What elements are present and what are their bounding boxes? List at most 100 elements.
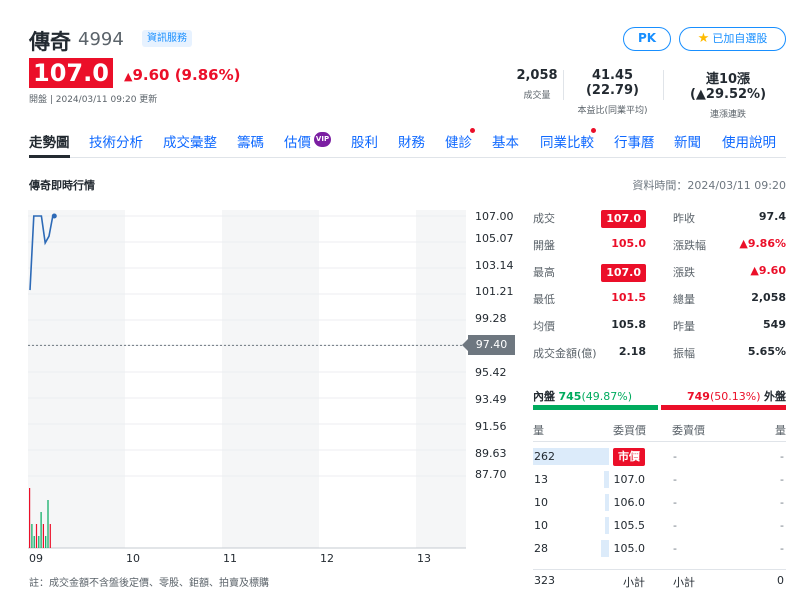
tab-technical[interactable]: 技術分析 <box>89 131 143 151</box>
divider <box>563 70 564 100</box>
price-change-value: 9.60 (9.86%) <box>132 66 241 84</box>
quote-label: 漲跌 <box>673 266 695 279</box>
quote-label: 振幅 <box>673 347 695 360</box>
x-tick: 13 <box>417 552 431 565</box>
bid-total: 323 <box>534 574 555 587</box>
quote-label: 成交金額(億) <box>533 347 597 360</box>
notification-dot <box>591 128 596 133</box>
tab-valuation[interactable]: 估價 <box>284 131 311 151</box>
y-tick: 101.21 <box>475 285 514 298</box>
chart-band <box>416 210 466 548</box>
tab-dividend[interactable]: 股利 <box>351 131 378 151</box>
tab-peers[interactable]: 同業比較 <box>540 131 594 151</box>
volume-bar <box>42 524 44 548</box>
quote-label: 昨量 <box>673 320 695 333</box>
watchlist-label: 已加自選股 <box>712 32 768 45</box>
tab-summary[interactable]: 成交彙整 <box>163 131 217 151</box>
volume-bar <box>49 524 51 548</box>
bid-price: 105.0 <box>613 542 646 555</box>
ask-volume: - <box>780 473 784 486</box>
ob-header-bid-vol: 量 <box>533 424 544 437</box>
quote-row: 開盤 105.0 漲跌幅 ▲9.86% <box>533 231 786 258</box>
intraday-chart[interactable] <box>28 210 468 550</box>
quote-label: 均價 <box>533 320 555 333</box>
ask-volume: - <box>780 450 784 463</box>
inner-outer-summary: 內盤 745(49.87%) 749(50.13%) 外盤 <box>533 388 786 404</box>
tab-diagnosis[interactable]: 健診 <box>445 131 472 151</box>
bid-volume-bar <box>604 471 609 488</box>
stat-pe: 41.45 (22.79) 本益比(同業平均) <box>566 68 659 116</box>
stat-pe-value: 41.45 (22.79) <box>585 68 639 98</box>
ob-header-bid-price: 委買價 <box>613 424 646 437</box>
bid-price: 市價 <box>613 448 645 466</box>
current-price: 107.0 <box>29 58 113 88</box>
outer-pct: (50.13%) <box>709 390 761 403</box>
ask-price: - <box>673 473 677 486</box>
outer-value: 749 <box>687 390 710 403</box>
tab-help[interactable]: 使用說明 <box>722 131 776 151</box>
volume-bar <box>33 536 35 548</box>
chart-band <box>28 210 125 548</box>
last-price-pill: 107.0 <box>601 210 646 228</box>
stat-streak-value: 連10漲 (▲29.52%) <box>689 72 767 102</box>
high-price-pill: 107.0 <box>601 264 646 282</box>
industry-badge[interactable]: 資訊服務 <box>142 30 192 47</box>
stat-volume: 2,058 成交量 <box>512 68 562 101</box>
inner-ratio-bar <box>533 405 658 410</box>
tab-chips[interactable]: 籌碼 <box>237 131 264 151</box>
y-tick: 89.63 <box>475 447 507 460</box>
quote-value: 97.4 <box>758 210 786 223</box>
market-status: 開盤 | 2024/03/11 09:20 更新 <box>29 95 158 105</box>
stat-streak: 連10漲 (▲29.52%) 連漲連跌 <box>668 68 788 120</box>
quote-row: 成交 107.0 昨收 97.4 <box>533 204 786 231</box>
tab-calendar[interactable]: 行事曆 <box>614 131 655 151</box>
footnote: 註：成交金額不含盤後定價、零股、鉅額、拍賣及標購 <box>29 578 269 589</box>
y-tick: 105.07 <box>475 232 514 245</box>
quote-value: ▲9.86% <box>739 237 786 250</box>
section-title: 傳奇即時行情 <box>29 179 95 192</box>
ask-total: 0 <box>777 574 784 587</box>
orderbook-row: 28 105.0 - - <box>533 538 786 561</box>
quote-row: 成交金額(億) 2.18 振幅 5.65% <box>533 339 786 366</box>
x-tick: 10 <box>126 552 140 565</box>
bid-volume: 28 <box>534 542 548 555</box>
bid-volume-bar <box>601 540 609 557</box>
active-tab-indicator <box>29 155 70 158</box>
y-tick: 87.70 <box>475 468 507 481</box>
volume-bar <box>45 536 47 548</box>
stat-volume-value: 2,058 <box>516 68 558 83</box>
bid-price: 105.5 <box>613 519 646 532</box>
watchlist-button[interactable]: ★ 已加自選股 <box>679 27 786 51</box>
tab-basic[interactable]: 基本 <box>492 131 519 151</box>
volume-bar <box>35 524 38 548</box>
pk-button[interactable]: PK <box>623 27 671 51</box>
tab-financial[interactable]: 財務 <box>398 131 425 151</box>
bid-volume: 13 <box>534 473 548 486</box>
quote-value: 5.65% <box>747 345 786 358</box>
inner-pct: (49.87%) <box>581 390 632 403</box>
quote-label: 總量 <box>673 293 695 306</box>
y-tick: 99.28 <box>475 312 507 325</box>
bid-subtotal-label: 小計 <box>623 576 645 589</box>
quote-label: 最高 <box>533 266 555 279</box>
quote-row: 最低 101.5 總量 2,058 <box>533 285 786 312</box>
tab-news[interactable]: 新聞 <box>674 131 701 151</box>
quote-value: 549 <box>763 318 786 331</box>
stat-pe-label: 本益比(同業平均) <box>577 106 648 116</box>
bid-volume-bar <box>605 494 609 511</box>
quote-label: 漲跌幅 <box>673 239 706 252</box>
volume-bar <box>47 500 49 548</box>
price-change: ▲9.60 (9.86%) <box>124 66 240 84</box>
y-tick: 95.42 <box>475 366 507 379</box>
quote-label: 昨收 <box>673 212 695 225</box>
orderbook-row: 10 106.0 - - <box>533 492 786 515</box>
quote-value: 2,058 <box>751 291 786 304</box>
ob-header-ask-price: 委賣價 <box>672 424 705 437</box>
quote-row: 最高 107.0 漲跌 ▲9.60 <box>533 258 786 285</box>
ask-price: - <box>673 450 677 463</box>
last-price-dot <box>51 213 57 219</box>
bid-price: 107.0 <box>613 473 646 486</box>
y-tick: 107.00 <box>475 210 514 223</box>
tab-chart[interactable]: 走勢圖 <box>29 131 70 151</box>
outer-label: 外盤 <box>764 390 786 403</box>
